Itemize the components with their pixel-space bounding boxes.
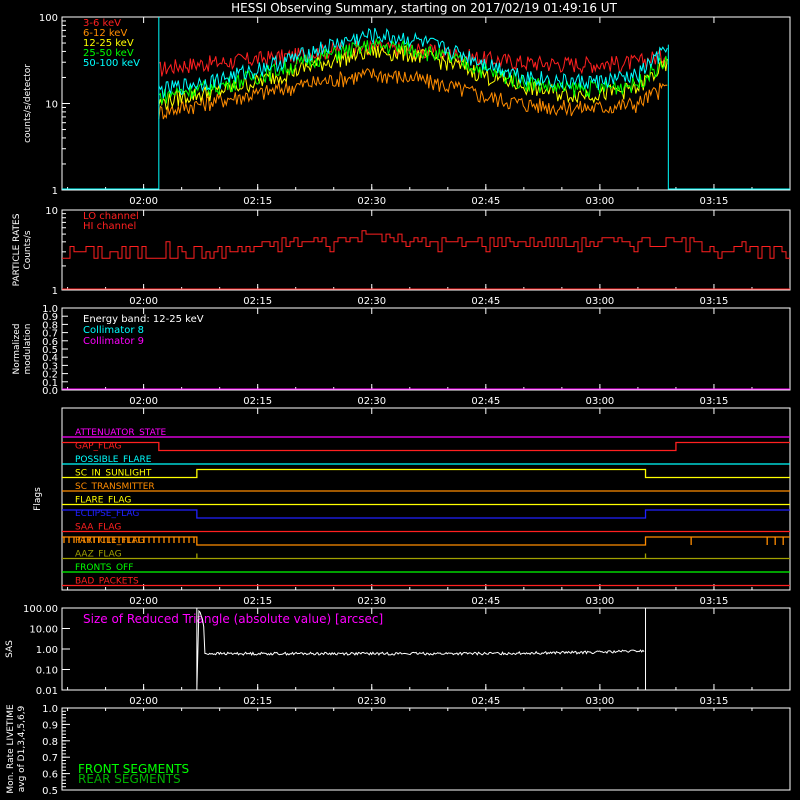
- y-tick-label: 0.6: [42, 770, 58, 781]
- x-tick-label: 02:30: [357, 596, 386, 607]
- x-tick-label: 03:15: [700, 596, 729, 607]
- x-tick-label: 02:00: [129, 596, 158, 607]
- y-tick-label: 1.0: [42, 704, 58, 715]
- y-axis-label: Flags: [33, 487, 43, 511]
- x-tick-label: 02:00: [129, 296, 158, 307]
- x-tick-label: 02:45: [471, 196, 500, 207]
- x-tick-label: 02:45: [471, 296, 500, 307]
- sas-annotation: Size of Reduced Triangle (absolute value…: [83, 612, 383, 626]
- y-tick-label: 1.0: [42, 304, 58, 315]
- x-tick-label: 02:30: [357, 296, 386, 307]
- x-tick-label: 03:00: [585, 196, 614, 207]
- x-tick-label: 02:00: [129, 696, 158, 707]
- y-tick-label: 10: [45, 100, 58, 111]
- x-tick-label: 02:15: [243, 396, 272, 407]
- energy-band-label: Energy band: 12-25 keV: [83, 314, 204, 325]
- y-tick-label: 1: [52, 286, 58, 297]
- y-tick-label: 100: [39, 13, 58, 24]
- y-tick-label: 0.01: [36, 686, 58, 697]
- x-tick-label: 03:15: [700, 196, 729, 207]
- y-axis-label: Counts/s: [23, 230, 33, 269]
- x-tick-label: 03:15: [700, 396, 729, 407]
- x-tick-label: 02:30: [357, 396, 386, 407]
- y-tick-label: 100.00: [23, 604, 58, 615]
- legend-label: 50-100 keV: [83, 58, 140, 69]
- y-tick-label: 0.10: [36, 666, 58, 677]
- y-axis-label: modulation: [23, 324, 33, 375]
- y-axis-label: SAS: [5, 640, 15, 658]
- x-tick-label: 02:15: [243, 596, 272, 607]
- x-tick-label: 03:15: [700, 296, 729, 307]
- x-tick-label: 02:00: [129, 196, 158, 207]
- y-tick-label: 1: [52, 186, 58, 197]
- y-tick-label: 0.5: [42, 786, 58, 797]
- legend-label: REAR SEGMENTS: [78, 772, 181, 786]
- x-tick-label: 03:00: [585, 596, 614, 607]
- y-axis-label: counts/s/detector: [23, 64, 33, 143]
- y-tick-label: 10: [45, 206, 58, 217]
- y-tick-label: 1.00: [36, 645, 58, 656]
- x-tick-label: 02:15: [243, 196, 272, 207]
- legend-label: Collimator 9: [83, 336, 144, 347]
- y-axis-label: PARTICLE RATES: [12, 213, 22, 286]
- x-tick-label: 02:45: [471, 596, 500, 607]
- y-axis-label: avg of D1,3,4,5,6,9: [17, 705, 27, 792]
- y-tick-label: 0.9: [42, 720, 58, 731]
- x-tick-label: 02:15: [243, 696, 272, 707]
- x-tick-label: 02:30: [357, 696, 386, 707]
- figure-title: HESSI Observing Summary, starting on 201…: [231, 1, 617, 15]
- y-axis-label: Normalized: [12, 323, 22, 374]
- x-tick-label: 02:15: [243, 296, 272, 307]
- y-tick-label: 0.7: [42, 753, 58, 764]
- x-tick-label: 02:45: [471, 696, 500, 707]
- x-tick-label: 03:00: [585, 696, 614, 707]
- x-tick-label: 02:30: [357, 196, 386, 207]
- x-tick-label: 03:00: [585, 396, 614, 407]
- background: [0, 0, 800, 800]
- x-tick-label: 03:00: [585, 296, 614, 307]
- legend-label: Collimator 8: [83, 325, 144, 336]
- legend-label: HI channel: [83, 221, 136, 232]
- y-axis-label: Mon. Rate LIVETIME: [6, 704, 16, 794]
- hessi-summary-figure: HESSI Observing Summary, starting on 201…: [0, 0, 800, 800]
- x-tick-label: 02:00: [129, 396, 158, 407]
- y-tick-label: 0.8: [42, 737, 58, 748]
- x-tick-label: 03:15: [700, 696, 729, 707]
- x-tick-label: 02:45: [471, 396, 500, 407]
- y-tick-label: 10.00: [29, 625, 58, 636]
